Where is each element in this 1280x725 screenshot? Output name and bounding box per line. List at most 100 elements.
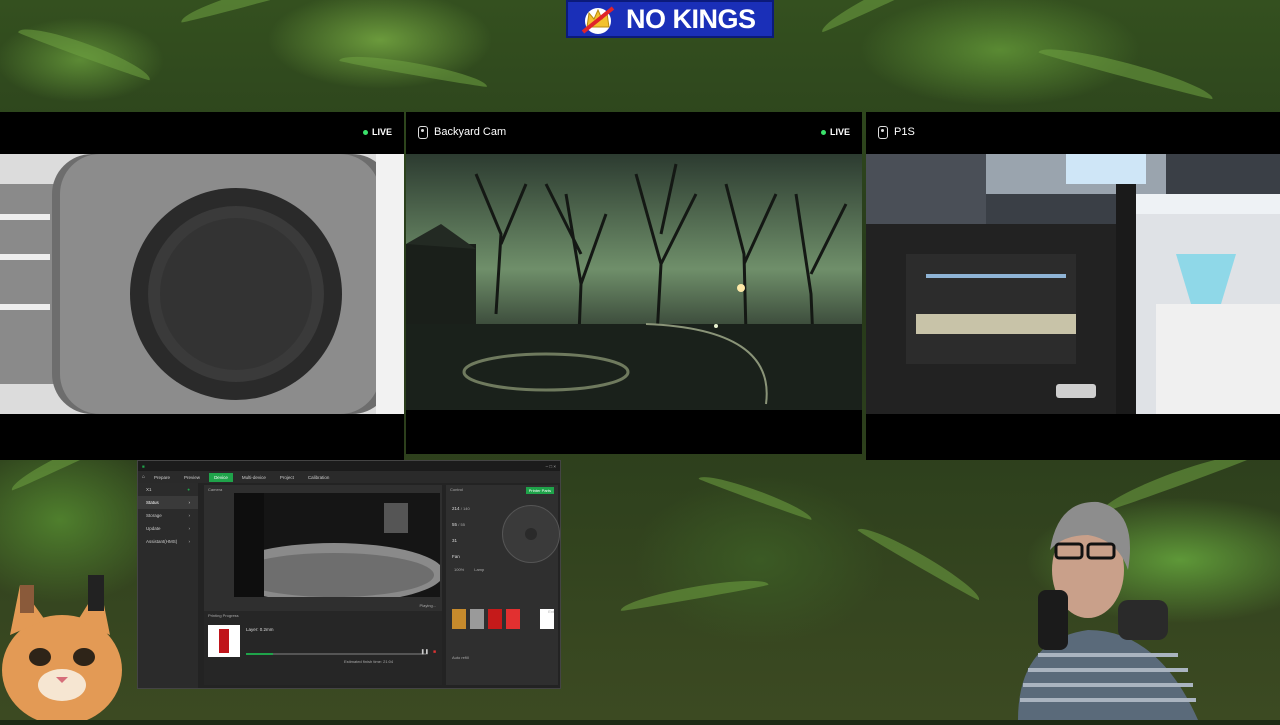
- leaf: [338, 50, 489, 88]
- device-sidebar: X1 ● Status › Storage › Update › Assistant(…: [138, 483, 198, 688]
- camera-header: LIVE: [0, 112, 404, 152]
- pause-icon[interactable]: ❚❚: [421, 649, 429, 655]
- temp-value: 214: [452, 506, 460, 511]
- filament-slot[interactable]: [452, 609, 466, 629]
- print-thumbnail: [208, 625, 240, 657]
- live-indicator: LIVE: [820, 127, 850, 137]
- temperature-list: 214 / 140 55 / 55 31 Fan: [452, 501, 470, 565]
- live-dot-icon: [820, 129, 826, 135]
- progress-fill: [246, 653, 273, 655]
- close-icon[interactable]: ×: [553, 464, 556, 469]
- sidebar-item-label: Storage: [146, 513, 162, 518]
- camera-icon: [418, 125, 428, 139]
- printer-camera-feed: [234, 493, 440, 597]
- camera-name: Backyard Cam: [434, 126, 507, 138]
- crown-logo-icon: [574, 3, 622, 35]
- chevron-right-icon: ›: [188, 539, 191, 544]
- tab-device[interactable]: Device: [209, 472, 233, 482]
- device-name: X1: [146, 487, 152, 492]
- ext-label: Ext: [548, 609, 554, 614]
- live-label: LIVE: [829, 127, 850, 137]
- camera-section: Camera Playing... Printing Progress Laye…: [204, 485, 442, 685]
- lamp-toggle[interactable]: Lamp: [474, 567, 484, 572]
- status-dot-icon: ●: [187, 487, 190, 492]
- title-bar: ■ – □ ×: [138, 461, 560, 471]
- leaf: [817, 0, 978, 34]
- leaf: [178, 0, 337, 24]
- camera-panel-p1s[interactable]: P1S: [866, 112, 1280, 460]
- temp-target: / 55: [458, 522, 465, 527]
- playing-status: Playing...: [419, 603, 436, 608]
- camera-header: Backyard Cam LIVE: [406, 112, 862, 152]
- live-label: LIVE: [371, 127, 392, 137]
- leaf: [857, 520, 985, 602]
- camera-strip: LIVE Backyard Cam LIVE P1S: [0, 112, 1280, 460]
- tab-project[interactable]: Project: [275, 473, 299, 482]
- temp-value: 31: [452, 538, 458, 543]
- sidebar-item-label: Assistant(HMS): [146, 539, 178, 544]
- sidebar-item-update[interactable]: Update ›: [138, 522, 198, 535]
- camera-icon: [878, 125, 888, 139]
- banner-text: NO KINGS: [626, 3, 756, 34]
- temp-value: 55: [452, 522, 458, 527]
- leaf: [1038, 40, 1216, 101]
- sidebar-item-assistant[interactable]: Assistant(HMS) ›: [138, 535, 198, 548]
- sidebar-item-label: Update: [146, 526, 161, 531]
- progress-heading: Printing Progress: [208, 613, 239, 618]
- maximize-icon[interactable]: □: [549, 464, 552, 469]
- camera-feed: [406, 154, 862, 410]
- chevron-right-icon: ›: [188, 500, 191, 505]
- window-controls: – □ ×: [546, 464, 556, 469]
- leaf: [618, 574, 769, 612]
- printer-parts-button[interactable]: Printer Parts: [525, 487, 554, 494]
- filament-slot[interactable]: [506, 609, 520, 629]
- stop-icon[interactable]: ■: [433, 649, 436, 655]
- fan-speed: 100%: [454, 567, 465, 572]
- filament-slot[interactable]: [488, 609, 502, 629]
- home-axis-button[interactable]: [525, 528, 537, 540]
- tab-calibration[interactable]: Calibration: [303, 473, 335, 482]
- chevron-right-icon: ›: [188, 513, 191, 518]
- fan-label[interactable]: Fan: [452, 549, 470, 565]
- filament-slot[interactable]: [470, 609, 484, 629]
- streamer-webcam: [978, 480, 1228, 720]
- camera-panel-1[interactable]: LIVE: [0, 112, 404, 460]
- chevron-right-icon: ›: [188, 526, 191, 531]
- device-selector[interactable]: X1 ●: [138, 483, 198, 496]
- control-panel: Control Printer Parts 214 / 140 55 / 55 …: [446, 485, 560, 685]
- estimated-finish: Estimated finish time: 21:04: [344, 659, 394, 664]
- minimize-icon[interactable]: –: [546, 464, 549, 469]
- camera-panel-backyard[interactable]: Backyard Cam LIVE: [406, 112, 862, 454]
- tab-multi-device[interactable]: Multi-device: [237, 473, 271, 482]
- camera-name: P1S: [894, 126, 915, 138]
- chamber-temp: 31: [452, 533, 470, 549]
- tab-bar: ⌂ Prepare Preview Device Multi-device Pr…: [138, 471, 560, 483]
- job-name: Layer: 0.2mm: [246, 627, 274, 632]
- tab-preview[interactable]: Preview: [179, 473, 205, 482]
- home-icon[interactable]: ⌂: [142, 474, 145, 480]
- live-dot-icon: [362, 129, 368, 135]
- no-kings-banner: NO KINGS: [566, 0, 774, 38]
- bed-temp: 55 / 55: [452, 517, 470, 533]
- progress-panel: Printing Progress Layer: 0.2mm Estimated…: [204, 611, 442, 685]
- filament-slots: [452, 609, 554, 629]
- sidebar-item-storage[interactable]: Storage ›: [138, 509, 198, 522]
- leaf: [698, 470, 815, 521]
- nozzle-temp: 214 / 140: [452, 501, 470, 517]
- progress-bar: [246, 653, 426, 655]
- temp-target: / 140: [460, 506, 470, 511]
- live-indicator: LIVE: [362, 127, 392, 137]
- sidebar-item-label: Status: [146, 500, 159, 505]
- camera-feed: [0, 154, 404, 414]
- control-label: Control: [450, 487, 463, 492]
- camera-feed: [866, 154, 1280, 414]
- sidebar-item-status[interactable]: Status ›: [138, 496, 198, 509]
- tab-prepare[interactable]: Prepare: [149, 473, 175, 482]
- app-logo-icon: ■: [142, 463, 145, 469]
- cat-overlay: [0, 575, 135, 725]
- leaf: [17, 20, 154, 82]
- printer-software-window[interactable]: ■ – □ × ⌂ Prepare Preview Device Multi-d…: [137, 460, 561, 689]
- camera-header: P1S: [866, 112, 1280, 152]
- axis-control-wheel[interactable]: [502, 505, 560, 563]
- auto-refill[interactable]: Auto refill: [452, 655, 469, 660]
